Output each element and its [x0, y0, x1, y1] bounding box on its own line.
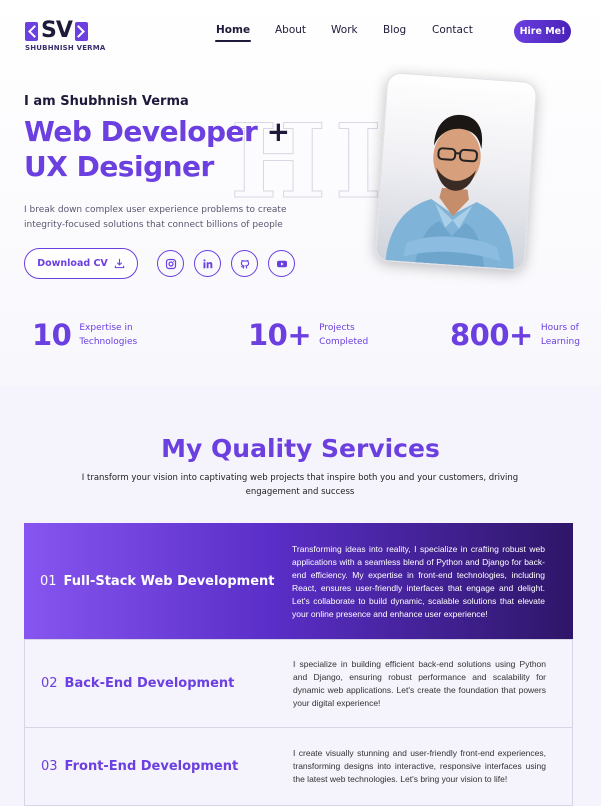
stat-value: 800+ [450, 318, 533, 352]
stat-projects: 10+ Projects Completed [248, 318, 368, 352]
hire-me-button[interactable]: Hire Me! [514, 20, 571, 43]
nav-work[interactable]: Work [331, 24, 358, 36]
service-name: Back-End Development [64, 676, 235, 691]
stat-label-line2: Learning [540, 337, 580, 347]
github-link[interactable] [231, 250, 258, 277]
hero-headline: Web Developer + UX Designer [24, 114, 290, 184]
service-number: 01 [40, 574, 57, 589]
logo-name: SHUBHNISH VERMA [25, 44, 106, 52]
stat-label-line1: Expertise in [79, 323, 133, 333]
linkedin-link[interactable] [194, 250, 221, 277]
hero-intro: I break down complex user experience pro… [24, 205, 287, 230]
stat-value: 10 [32, 318, 72, 352]
person-portrait-icon [385, 114, 514, 269]
site-logo[interactable]: SV SHUBHNISH VERMA [25, 19, 107, 52]
logo-right-chevron-icon [74, 21, 88, 41]
service-name: Front-End Development [64, 759, 239, 774]
service-title: 03 Front-End Development [25, 759, 293, 774]
social-links [157, 250, 295, 277]
stat-label-line2: Technologies [79, 337, 138, 347]
services-section: My Quality Services I transform your vis… [0, 386, 601, 806]
stat-label: Hours of Learning [541, 321, 580, 349]
service-title: 01 Full-Stack Web Development [24, 574, 292, 589]
headline-line2: UX Designer [24, 150, 214, 183]
stat-label: Expertise in Technologies [79, 321, 137, 349]
stat-hours: 800+ Hours of Learning [450, 318, 580, 352]
instagram-icon [165, 258, 176, 269]
stat-value: 10+ [248, 318, 312, 352]
logo-text: SV [41, 18, 73, 43]
service-item-full-stack[interactable]: 01 Full-Stack Web Development Transformin… [24, 523, 573, 640]
nav-home[interactable]: Home [214, 24, 252, 42]
services-title: My Quality Services [161, 434, 440, 463]
service-item-back-end[interactable]: 02 Back-End Development I specialize in b… [24, 639, 573, 728]
nav-blog[interactable]: Blog [383, 24, 406, 36]
stat-label-line1: Hours of [540, 323, 579, 333]
download-icon [114, 258, 124, 269]
download-cv-button[interactable]: Download CV [24, 248, 138, 279]
headline-line1: Web Developer [24, 115, 258, 148]
service-number: 02 [41, 676, 58, 691]
nav-about[interactable]: About [275, 24, 306, 36]
github-icon [240, 259, 249, 268]
youtube-link[interactable] [268, 250, 295, 277]
services-subtitle: I transform your vision into captivating… [81, 473, 519, 497]
profile-photo [374, 71, 538, 272]
linkedin-icon [202, 258, 212, 268]
hero-section: SV SHUBHNISH VERMA Home About Work Blog … [0, 0, 601, 386]
stat-expertise: 10 Expertise in Technologies [32, 318, 137, 352]
headline-plus: + [257, 115, 290, 148]
service-description: Transforming ideas into reality, I speci… [292, 543, 545, 619]
logo-mark: SV [25, 19, 107, 43]
logo-left-chevron-icon [25, 21, 38, 41]
service-title: 02 Back-End Development [25, 676, 293, 691]
hero-greeting: I am Shubhnish Verma [24, 94, 189, 109]
service-number: 03 [41, 759, 58, 774]
youtube-icon [276, 260, 287, 267]
stat-label-line1: Projects [319, 323, 355, 333]
stat-label: Projects Completed [319, 321, 368, 349]
service-name: Full-Stack Web Development [63, 574, 275, 589]
nav-contact[interactable]: Contact [432, 24, 473, 36]
stat-label-line2: Completed [319, 337, 369, 347]
service-description: I specialize in building efficient back-… [293, 658, 546, 708]
service-description: I create visually stunning and user-frie… [293, 748, 546, 784]
service-item-front-end[interactable]: 03 Front-End Development I create visuall… [24, 727, 573, 806]
instagram-link[interactable] [157, 250, 184, 277]
download-cv-label: Download CV [37, 258, 108, 269]
